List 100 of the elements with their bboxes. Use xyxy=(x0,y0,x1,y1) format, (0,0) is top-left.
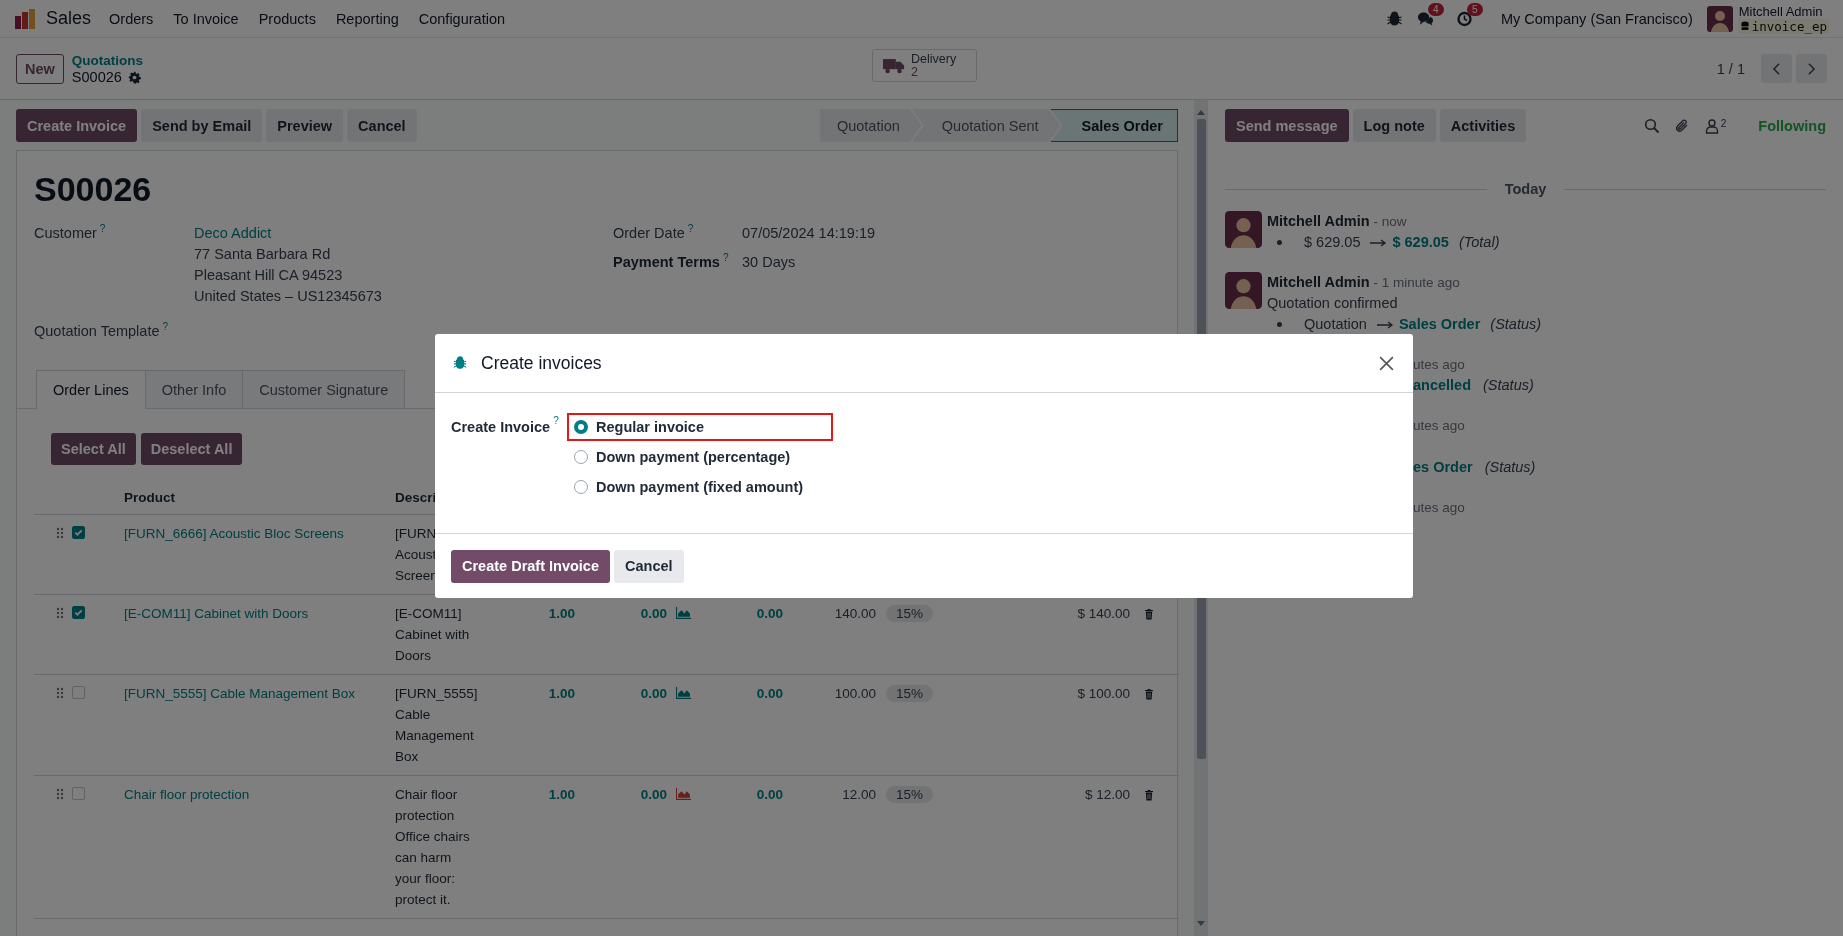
description-text: Chair floor protection Office chairs can harm your floor: protect it. xyxy=(395,786,470,909)
chatter-button[interactable]: Log note xyxy=(1352,109,1436,142)
avatar-icon[interactable] xyxy=(1225,272,1262,309)
drag-handle-icon[interactable] xyxy=(56,607,64,619)
trash-icon[interactable] xyxy=(1144,688,1154,700)
quantity-value: 1.00 xyxy=(548,787,575,802)
action-button[interactable]: Cancel xyxy=(347,109,417,142)
tax-tag: 15% xyxy=(886,605,934,622)
field-value[interactable]: 30 Days xyxy=(742,252,796,273)
checkbox[interactable] xyxy=(72,606,85,619)
action-button[interactable]: Send by Email xyxy=(141,109,263,142)
checkbox[interactable] xyxy=(72,526,85,539)
drag-handle-icon[interactable] xyxy=(56,687,64,699)
date-separator: Today xyxy=(1504,181,1547,197)
address-text: 77 Santa Barbara Rd Pleasant Hill CA 94523 United States – US12345673 xyxy=(194,245,382,306)
help-icon[interactable]: ? xyxy=(99,223,106,234)
help-icon[interactable]: ? xyxy=(687,223,694,234)
breadcrumb-link[interactable]: Quotations xyxy=(71,51,144,69)
bug-icon xyxy=(453,356,467,370)
field-name: (Total) xyxy=(1458,233,1500,252)
invoiced-value: 0.00 xyxy=(756,606,783,621)
product-link[interactable]: Chair floor protection xyxy=(124,787,250,802)
message-time: - 1 minute ago xyxy=(1373,274,1460,292)
help-icon[interactable]: ? xyxy=(162,321,169,332)
search-icon[interactable] xyxy=(1643,117,1660,134)
product-link[interactable]: [FURN_6666] Acoustic Bloc Screens xyxy=(124,526,344,541)
checkbox[interactable] xyxy=(72,787,85,800)
trash-icon[interactable] xyxy=(1144,608,1154,620)
field-value[interactable]: 07/05/2024 14:19:19 xyxy=(742,223,876,244)
status-step[interactable]: Sales Order xyxy=(1050,109,1178,142)
dialog-button[interactable]: Create Draft Invoice xyxy=(451,549,610,583)
delivery-smart-button[interactable]: Delivery 2 xyxy=(872,49,977,82)
pager-value[interactable]: 1 / 1 xyxy=(1716,60,1745,77)
column-header[interactable]: Product xyxy=(120,487,391,508)
area-chart-icon[interactable] xyxy=(676,788,691,800)
new-value: es Order xyxy=(1413,458,1473,477)
chat-icon[interactable] xyxy=(1416,10,1434,27)
field-label: Order Date xyxy=(613,225,685,241)
radio-option[interactable]: Down payment (percentage) xyxy=(567,443,834,471)
product-link[interactable]: [E-COM11] Cabinet with Doors xyxy=(124,606,309,621)
action-button[interactable]: Preview xyxy=(266,109,344,142)
status-step[interactable]: Quotation xyxy=(819,109,922,142)
field-name: (Status) xyxy=(1490,315,1542,334)
line-button[interactable]: Deselect All xyxy=(140,433,243,465)
tax-tag: 15% xyxy=(886,685,934,702)
radio-button[interactable] xyxy=(574,420,588,434)
menu-item[interactable]: Reporting xyxy=(325,10,409,27)
author-name[interactable]: Mitchell Admin xyxy=(1267,211,1370,232)
dialog-button[interactable]: Cancel xyxy=(614,549,684,583)
notification-badge: 5 xyxy=(1466,2,1483,16)
new-button[interactable]: New xyxy=(16,53,64,84)
clock-icon[interactable] xyxy=(1455,10,1473,27)
menu-item[interactable]: Products xyxy=(248,10,326,27)
tab[interactable]: Customer Signature xyxy=(242,370,406,408)
drag-handle-icon[interactable] xyxy=(56,527,64,539)
delivered-value: 0.00 xyxy=(640,686,667,701)
message-time: utes ago xyxy=(1413,417,1465,435)
area-chart-icon[interactable] xyxy=(676,687,691,699)
trash-icon[interactable] xyxy=(1144,789,1154,801)
help-icon[interactable]: ? xyxy=(722,252,729,263)
line-button[interactable]: Select All xyxy=(51,433,136,465)
product-link[interactable]: [FURN_5555] Cable Management Box xyxy=(124,686,356,701)
message-time: - now xyxy=(1373,213,1407,231)
menu-item[interactable]: Configuration xyxy=(408,10,515,27)
customer-link[interactable]: Deco Addict xyxy=(194,225,272,241)
avatar-icon[interactable] xyxy=(1225,211,1262,248)
bug-icon[interactable] xyxy=(1385,10,1403,27)
arrow-icon xyxy=(1376,320,1395,329)
app-logo-icon[interactable] xyxy=(14,7,36,30)
chatter-button[interactable]: Activities xyxy=(1439,109,1527,142)
app-name[interactable]: Sales xyxy=(46,8,92,29)
drag-handle-icon[interactable] xyxy=(56,788,64,800)
menu-item[interactable]: Orders xyxy=(99,10,164,27)
author-name[interactable]: Mitchell Admin xyxy=(1267,272,1370,293)
action-button[interactable]: Create Invoice xyxy=(16,109,138,142)
company-switcher[interactable]: My Company (San Francisco) xyxy=(1500,10,1693,27)
person-icon[interactable] xyxy=(1703,117,1720,134)
tab[interactable]: Order Lines xyxy=(36,370,146,409)
user-name[interactable]: Mitchell Admin xyxy=(1738,3,1829,19)
status-step[interactable]: Quotation Sent xyxy=(911,109,1061,142)
radio-option[interactable]: Regular invoice xyxy=(567,413,834,441)
chatter-button[interactable]: Send message xyxy=(1225,109,1349,142)
invoiced-value: 0.00 xyxy=(756,686,783,701)
next-button[interactable] xyxy=(1796,54,1827,83)
tax-tag: 15% xyxy=(886,786,934,803)
area-chart-icon[interactable] xyxy=(676,607,691,619)
previous-button[interactable] xyxy=(1761,54,1792,83)
close-icon[interactable] xyxy=(1378,354,1395,372)
tab[interactable]: Other Info xyxy=(144,370,244,408)
menu-item[interactable]: To Invoice xyxy=(163,10,249,27)
field-label: Quotation Template xyxy=(34,323,160,339)
delivered-value: 0.00 xyxy=(640,606,667,621)
following-button[interactable]: Following xyxy=(1758,117,1826,134)
paperclip-icon[interactable] xyxy=(1673,117,1690,134)
gear-icon[interactable] xyxy=(127,70,141,84)
radio-option[interactable]: Down payment (fixed amount) xyxy=(567,473,834,501)
help-icon[interactable]: ? xyxy=(553,415,559,426)
record-title: S00026 xyxy=(34,169,153,210)
checkbox[interactable] xyxy=(72,686,85,699)
avatar-icon[interactable] xyxy=(1706,5,1733,32)
